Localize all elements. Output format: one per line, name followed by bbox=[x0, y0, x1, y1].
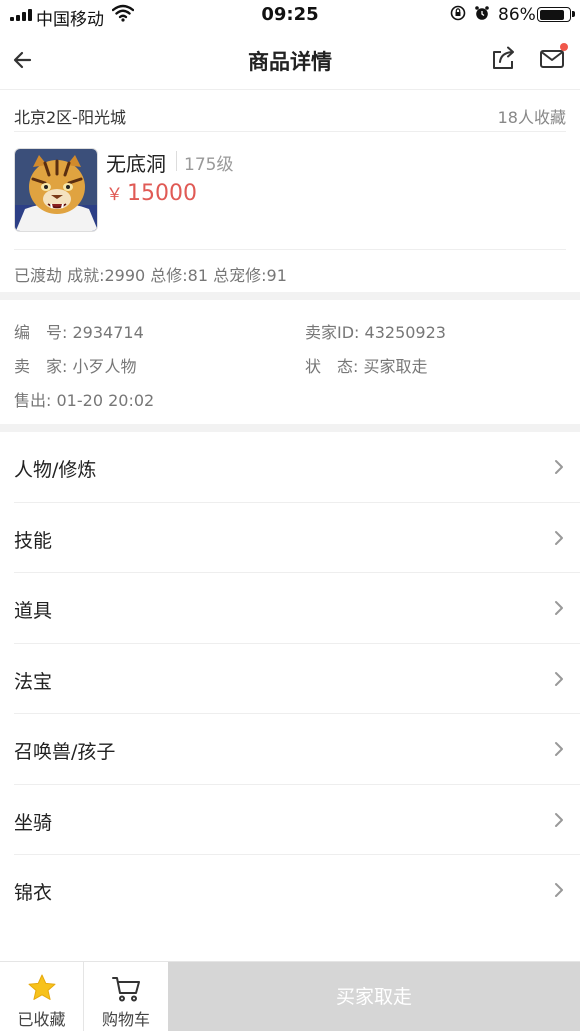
alarm-icon bbox=[475, 6, 489, 20]
details-section: 编 号: 2934714 卖家ID: 43250923 卖 家: 小歹人物 状 … bbox=[14, 300, 566, 424]
menu-item-label: 坐骑 bbox=[14, 811, 53, 834]
stats-text: 已渡劫 成就:2990 总修:81 总宠修:91 bbox=[14, 266, 287, 285]
bottom-action-bar: 已收藏 购物车 买家取走 bbox=[0, 961, 580, 1031]
clock: 09:25 bbox=[261, 4, 319, 25]
rotation-lock-icon bbox=[450, 5, 466, 21]
chevron-right-icon bbox=[555, 671, 563, 686]
notification-dot bbox=[560, 43, 568, 51]
status-label: 状 态: bbox=[305, 357, 359, 376]
seller: 卖 家: 小歹人物 bbox=[14, 353, 137, 377]
menu-item-skills[interactable]: 技能 bbox=[14, 503, 580, 573]
price: ￥ 15000 bbox=[106, 180, 197, 206]
detail-menu: 人物/修炼 技能 道具 法宝 召唤兽/孩子 坐骑 锦衣 bbox=[0, 432, 580, 926]
item-id-value: 2934714 bbox=[72, 323, 144, 342]
chevron-right-icon bbox=[555, 601, 563, 615]
sold-label: 售出: bbox=[14, 391, 52, 410]
status-value: 买家取走 bbox=[363, 357, 428, 376]
sold-time: 售出: 01-20 20:02 bbox=[14, 387, 154, 411]
battery-percentage: 86% bbox=[498, 5, 536, 25]
menu-item-label: 人物/修炼 bbox=[14, 459, 97, 481]
character-name: 无底洞 bbox=[106, 152, 166, 176]
menu-item-items[interactable]: 道具 bbox=[14, 573, 580, 644]
favorite-label: 已收藏 bbox=[17, 1010, 66, 1029]
tiger-character-image bbox=[15, 149, 97, 231]
menu-item-treasures[interactable]: 法宝 bbox=[14, 644, 580, 714]
seller-value: 小歹人物 bbox=[72, 357, 137, 376]
menu-item-pets[interactable]: 召唤兽/孩子 bbox=[14, 714, 580, 785]
product-info: 无底洞 175级 ￥ 15000 bbox=[14, 132, 566, 250]
name-divider bbox=[176, 151, 177, 171]
cart-button[interactable]: 购物车 bbox=[84, 962, 168, 1031]
character-level: 175级 bbox=[184, 155, 234, 175]
menu-item-label: 召唤兽/孩子 bbox=[14, 741, 116, 763]
menu-item-label: 法宝 bbox=[14, 670, 53, 693]
menu-item-mounts[interactable]: 坐骑 bbox=[14, 785, 580, 855]
server-row: 北京2区-阳光城 18人收藏 bbox=[14, 90, 566, 132]
buy-button[interactable]: 买家取走 bbox=[168, 962, 580, 1031]
price-value: 15000 bbox=[127, 181, 197, 206]
seller-id: 卖家ID: 43250923 bbox=[305, 319, 446, 343]
cart-label: 购物车 bbox=[101, 1010, 150, 1029]
favorite-count: 18人收藏 bbox=[497, 108, 566, 127]
character-stats: 已渡劫 成就:2990 总修:81 总宠修:91 bbox=[14, 250, 566, 292]
section-gap bbox=[0, 292, 580, 300]
chevron-right-icon bbox=[555, 883, 563, 897]
menu-item-label: 锦衣 bbox=[14, 882, 53, 904]
chevron-right-icon bbox=[555, 460, 563, 474]
chevron-right-icon bbox=[555, 812, 563, 827]
menu-item-character[interactable]: 人物/修炼 bbox=[14, 432, 580, 503]
seller-id-value: 43250923 bbox=[364, 323, 446, 342]
battery-icon bbox=[537, 7, 575, 22]
menu-item-outfits[interactable]: 锦衣 bbox=[14, 855, 580, 926]
favorite-button[interactable]: 已收藏 bbox=[0, 962, 84, 1031]
chevron-right-icon bbox=[555, 530, 563, 545]
cart-icon bbox=[112, 977, 140, 1002]
item-id: 编 号: 2934714 bbox=[14, 319, 144, 343]
nav-bar: 商品详情 bbox=[0, 30, 580, 90]
menu-item-label: 道具 bbox=[14, 600, 53, 622]
chevron-right-icon bbox=[555, 742, 563, 756]
item-id-label: 编 号: bbox=[14, 323, 68, 342]
currency-symbol: ￥ bbox=[106, 185, 123, 205]
server-name: 北京2区-阳光城 bbox=[14, 108, 126, 127]
seller-label: 卖 家: bbox=[14, 357, 68, 376]
status-bar: 中国移动 09:25 86% bbox=[0, 0, 580, 30]
menu-item-label: 技能 bbox=[14, 529, 53, 552]
status: 状 态: 买家取走 bbox=[305, 353, 428, 377]
sold-value: 01-20 20:02 bbox=[56, 391, 155, 410]
share-icon[interactable] bbox=[490, 44, 518, 72]
section-gap bbox=[0, 424, 580, 432]
seller-id-label: 卖家ID: bbox=[305, 323, 360, 342]
mail-button[interactable] bbox=[538, 43, 568, 73]
character-avatar[interactable] bbox=[14, 148, 98, 232]
star-icon bbox=[28, 974, 55, 1000]
